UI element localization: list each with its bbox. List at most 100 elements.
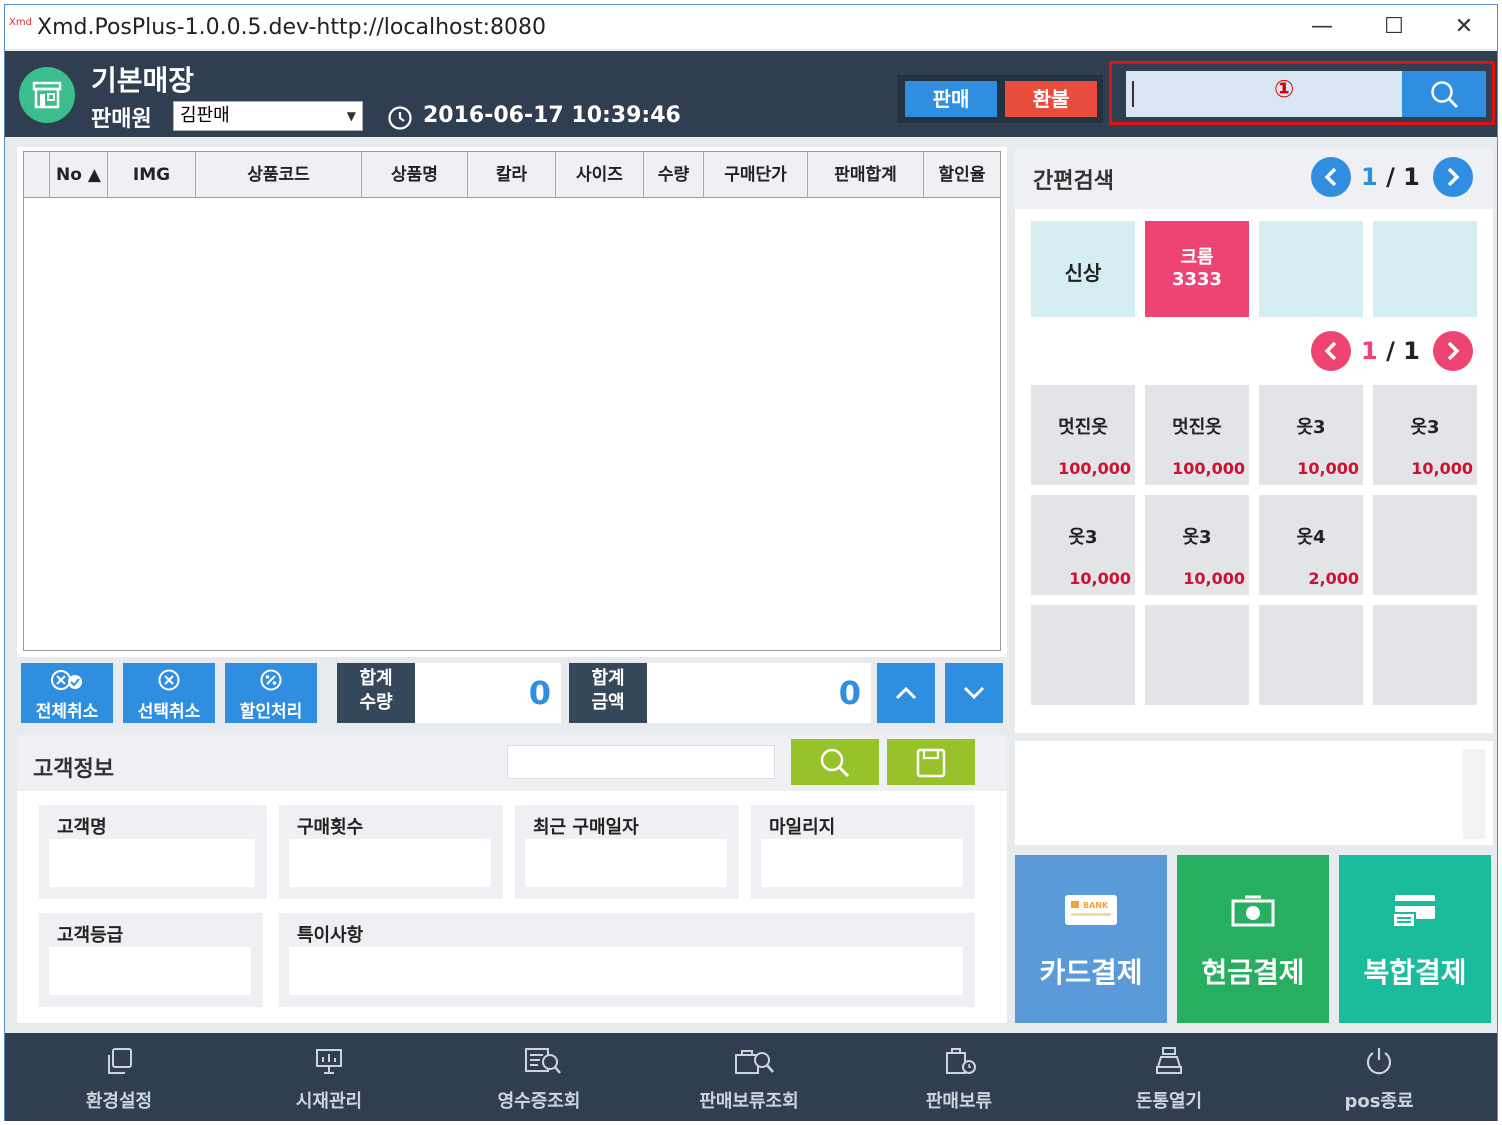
grid-col-size[interactable]: 사이즈 — [556, 152, 644, 198]
category-button-empty[interactable] — [1373, 221, 1477, 317]
memo-scrollbar[interactable] — [1463, 749, 1485, 839]
cash-payment-button[interactable]: 현금결제 — [1177, 855, 1329, 1023]
grid-col-total[interactable]: 판매합계 — [808, 152, 924, 198]
product-name: 옷3 — [1182, 527, 1212, 548]
mileage-value[interactable] — [761, 839, 963, 887]
refund-mode-button[interactable]: 환불 — [1005, 81, 1097, 117]
grid-col-no[interactable]: No ▲ — [50, 152, 108, 198]
product-tile[interactable]: 옷3 10,000 — [1373, 385, 1477, 485]
grid-col-code[interactable]: 상품코드 — [196, 152, 362, 198]
close-button[interactable]: ✕ — [1439, 11, 1489, 43]
product-name: 옷3 — [1068, 527, 1098, 548]
settings-button[interactable]: 환경설정 — [39, 1033, 199, 1121]
product-prev-button[interactable] — [1311, 331, 1351, 371]
product-tile-empty[interactable] — [1031, 605, 1135, 705]
product-tile[interactable]: 옷3 10,000 — [1259, 385, 1363, 485]
category-next-button[interactable] — [1433, 157, 1473, 197]
grid-col-img[interactable]: IMG — [108, 152, 196, 198]
customer-search-input[interactable] — [507, 745, 775, 779]
cancel-selected-button[interactable]: 선택취소 — [123, 663, 215, 723]
grid-col-name[interactable]: 상품명 — [362, 152, 468, 198]
close-circle-icon — [123, 669, 215, 691]
pos-exit-button[interactable]: pos종료 — [1299, 1033, 1459, 1121]
total-amount-label: 합계 금액 — [569, 663, 647, 723]
cancel-all-label: 전체취소 — [35, 702, 99, 722]
product-price: 100,000 — [1058, 459, 1131, 478]
product-tile[interactable]: 옷4 2,000 — [1259, 495, 1363, 595]
minimize-button[interactable]: — — [1297, 11, 1347, 43]
cancel-all-icon — [21, 669, 113, 691]
product-search-button[interactable] — [1402, 71, 1486, 117]
category-prev-button[interactable] — [1311, 157, 1351, 197]
store-icon — [19, 67, 75, 123]
hold-sale-button[interactable]: 판매보류 — [879, 1033, 1039, 1121]
chevron-left-icon — [1324, 167, 1337, 187]
customer-search-button[interactable] — [791, 739, 879, 785]
discount-button[interactable]: 할인처리 — [225, 663, 317, 723]
card-payment-label: 카드결제 — [1039, 956, 1143, 989]
product-tile[interactable]: 옷3 10,000 — [1031, 495, 1135, 595]
cancel-all-button[interactable]: 전체취소 — [21, 663, 113, 723]
grid-selector-column — [24, 152, 50, 198]
product-tile-empty[interactable] — [1145, 605, 1249, 705]
notes-label: 특이사항 — [297, 925, 364, 946]
total-quantity-label: 합계 수량 — [337, 663, 415, 723]
product-name: 멋진옷 — [1172, 417, 1222, 438]
category-button[interactable]: 크롬 3333 — [1145, 221, 1249, 317]
customer-name-label: 고객명 — [57, 817, 107, 838]
grid-header: No ▲ IMG 상품코드 상품명 칼라 사이즈 수량 구매단가 판매합계 할인… — [24, 152, 1000, 198]
customer-save-button[interactable] — [887, 739, 975, 785]
product-page-indicator: 1 / 1 — [1361, 337, 1420, 365]
product-tile-empty[interactable] — [1373, 495, 1477, 595]
customer-grade-value[interactable] — [49, 947, 251, 995]
product-tile[interactable]: 멋진옷 100,000 — [1145, 385, 1249, 485]
product-price: 10,000 — [1411, 459, 1473, 478]
mixed-payment-label: 복합결제 — [1363, 956, 1467, 989]
cash-management-button[interactable]: 시재관리 — [249, 1033, 409, 1121]
receipt-lookup-button[interactable]: 영수증조회 — [459, 1033, 619, 1121]
quick-search-header: 간편검색 1 / 1 — [1015, 147, 1493, 209]
seller-select[interactable]: 김판매 ▼ — [173, 101, 363, 131]
app-logo-icon: Xmd — [9, 17, 32, 28]
grid-col-qty[interactable]: 수량 — [644, 152, 704, 198]
mixed-payment-icon — [1385, 891, 1445, 931]
grid-col-discount[interactable]: 할인율 — [924, 152, 1000, 198]
notes-value[interactable] — [289, 947, 963, 995]
customer-header: 고객정보 — [17, 735, 1007, 791]
held-sales-lookup-button[interactable]: 판매보류조회 — [669, 1033, 829, 1121]
category-button-empty[interactable] — [1259, 221, 1363, 317]
cash-management-label: 시재관리 — [295, 1091, 363, 1112]
power-icon — [1366, 1048, 1392, 1075]
sale-mode-button[interactable]: 판매 — [905, 81, 997, 117]
maximize-button[interactable]: ☐ — [1369, 11, 1419, 43]
customer-grade-label: 고객등급 — [57, 925, 124, 946]
product-pager: 1 / 1 — [1311, 331, 1481, 371]
category-code: 3333 — [1171, 269, 1223, 290]
product-tile[interactable]: 옷3 10,000 — [1145, 495, 1249, 595]
product-search-input[interactable]: ① — [1126, 71, 1402, 117]
card-payment-button[interactable]: BANK 카드결제 — [1015, 855, 1167, 1023]
row-up-button[interactable] — [877, 663, 935, 723]
row-down-button[interactable] — [945, 663, 1003, 723]
notes-field: 특이사항 — [279, 913, 975, 1007]
quick-search-panel: 간편검색 1 / 1 신상 크롬 3333 1 / 1 멋진옷 100,000 멋진… — [1015, 147, 1493, 733]
card-icon: BANK — [1061, 891, 1121, 931]
product-tile[interactable]: 멋진옷 100,000 — [1031, 385, 1135, 485]
settings-label: 환경설정 — [85, 1091, 153, 1112]
product-tile-empty[interactable] — [1373, 605, 1477, 705]
customer-name-value[interactable] — [49, 839, 255, 887]
memo-area[interactable] — [1015, 741, 1493, 845]
sales-grid[interactable]: No ▲ IMG 상품코드 상품명 칼라 사이즈 수량 구매단가 판매합계 할인… — [23, 151, 1001, 651]
last-purchase-value[interactable] — [525, 839, 727, 887]
category-button[interactable]: 신상 — [1031, 221, 1135, 317]
percent-icon — [225, 669, 317, 691]
save-icon — [916, 748, 946, 778]
mixed-payment-button[interactable]: 복합결제 — [1339, 855, 1491, 1023]
grid-col-color[interactable]: 칼라 — [468, 152, 556, 198]
purchase-count-value[interactable] — [289, 839, 491, 887]
chevron-right-icon — [1447, 341, 1460, 361]
open-drawer-button[interactable]: 돈통열기 — [1089, 1033, 1249, 1121]
product-next-button[interactable] — [1433, 331, 1473, 371]
product-tile-empty[interactable] — [1259, 605, 1363, 705]
grid-col-unit-price[interactable]: 구매단가 — [704, 152, 808, 198]
